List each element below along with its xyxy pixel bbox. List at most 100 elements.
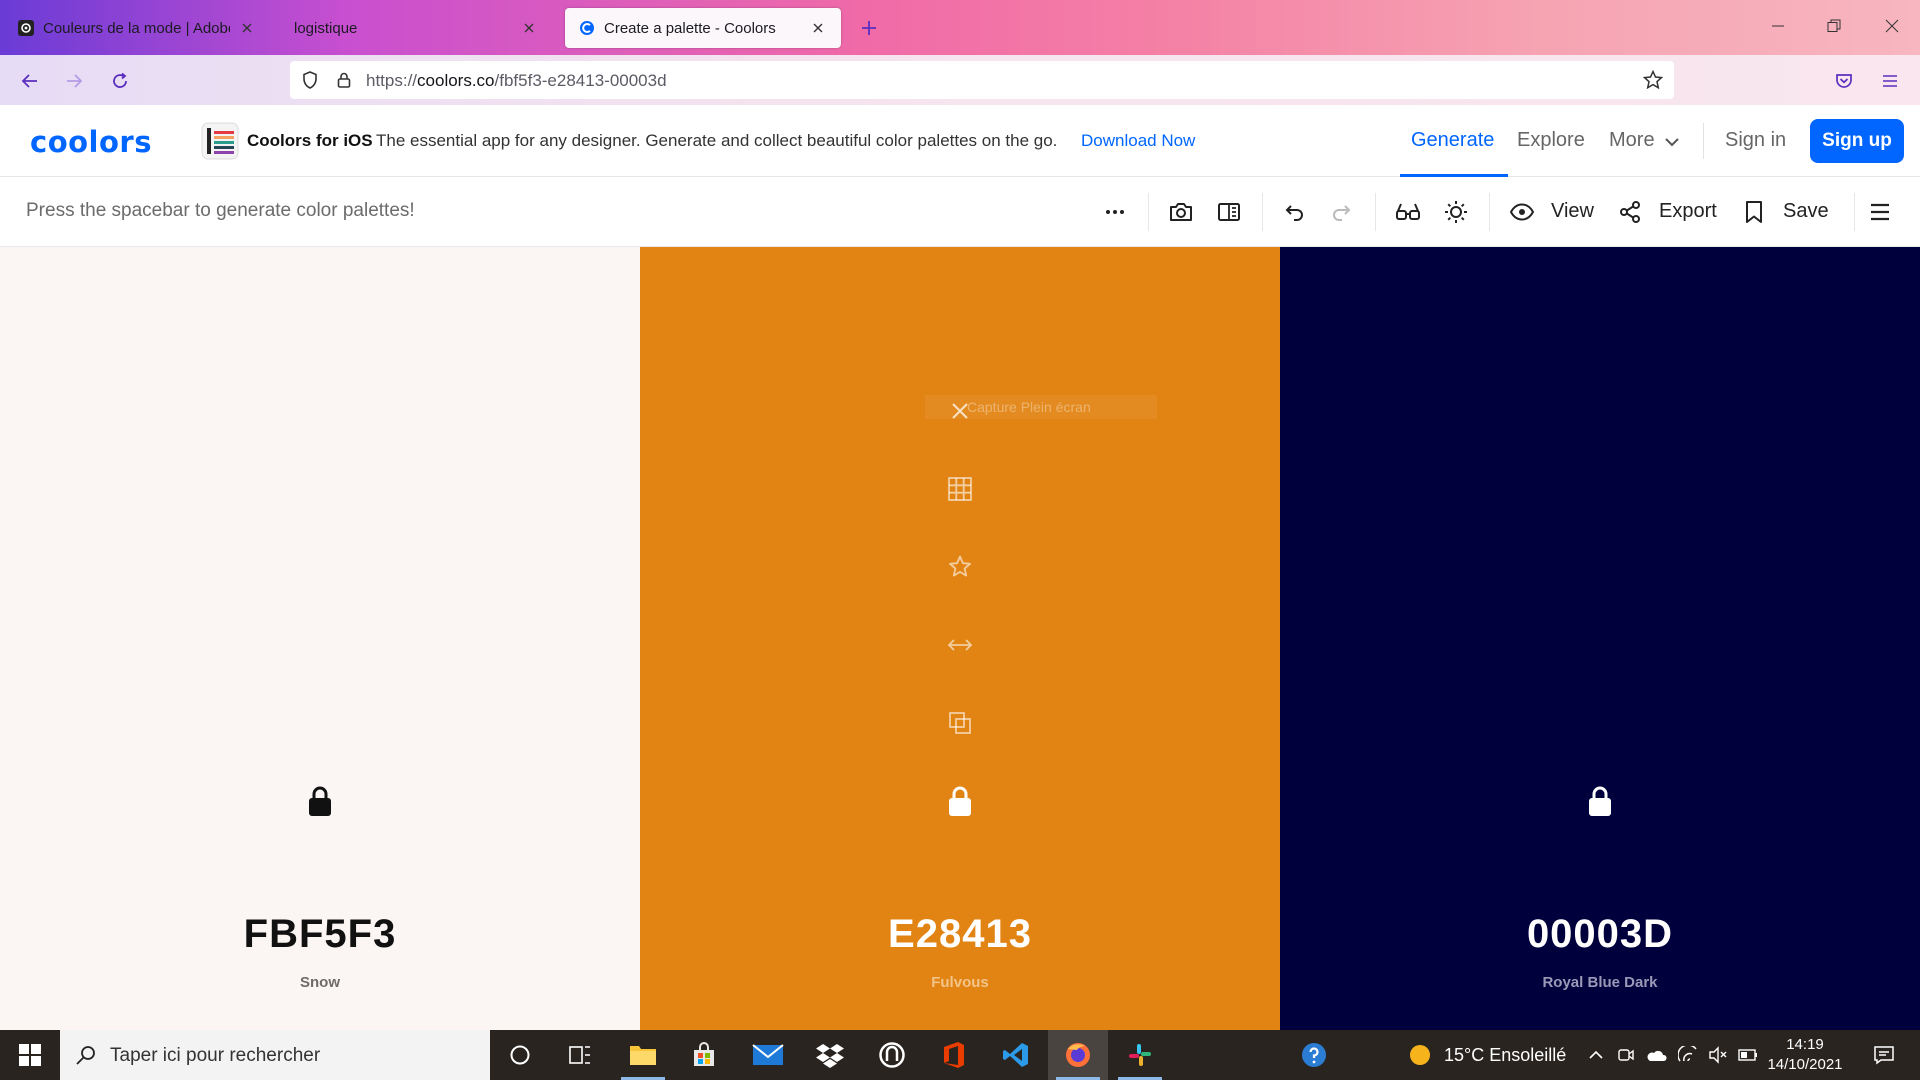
spacebar-hint: Press the spacebar to generate color pal… xyxy=(26,200,415,221)
vscode-app[interactable] xyxy=(986,1030,1046,1080)
nav-more[interactable]: More xyxy=(1609,129,1655,152)
minimize-button[interactable] xyxy=(1760,10,1796,42)
back-button[interactable] xyxy=(14,65,46,97)
office-app[interactable] xyxy=(924,1030,984,1080)
palette-toolbar: Press the spacebar to generate color pal… xyxy=(0,177,1920,247)
view-shades-button[interactable] xyxy=(942,471,978,507)
sun-icon xyxy=(1445,201,1467,223)
app-menu-button[interactable] xyxy=(1874,65,1906,97)
tab-adobe-color[interactable]: Couleurs de la mode | Adobe C xyxy=(4,8,270,48)
taskbar-search[interactable]: Taper ici pour rechercher xyxy=(60,1030,490,1080)
mail-icon xyxy=(752,1044,784,1065)
reload-button[interactable] xyxy=(104,65,136,97)
mail-app[interactable] xyxy=(738,1030,798,1080)
export-icon-button[interactable] xyxy=(1614,196,1646,228)
coolors-icon xyxy=(579,20,595,36)
shield-icon[interactable] xyxy=(300,70,320,90)
sign-up-button[interactable]: Sign up xyxy=(1810,119,1904,163)
coolors-logo[interactable]: coolors xyxy=(30,125,152,159)
file-explorer-app[interactable] xyxy=(613,1030,673,1080)
help-tray-button[interactable] xyxy=(1296,1030,1332,1080)
battery-icon[interactable] xyxy=(1734,1030,1762,1080)
view-label[interactable]: View xyxy=(1551,200,1594,223)
url-prefix: https:// xyxy=(366,71,418,90)
copy-hex-button[interactable] xyxy=(942,705,978,741)
hamburger-icon xyxy=(1883,75,1897,87)
undo-icon xyxy=(1285,205,1303,221)
lock-icon[interactable] xyxy=(1585,784,1615,818)
save-label[interactable]: Save xyxy=(1783,200,1829,223)
toolbar-divider xyxy=(1262,193,1263,231)
sign-in-link[interactable]: Sign in xyxy=(1725,129,1786,152)
color-blindness-button[interactable] xyxy=(1392,196,1424,228)
slack-app[interactable] xyxy=(1110,1030,1170,1080)
tab-coolors[interactable]: Create a palette - Coolors xyxy=(565,8,841,48)
jamf-app[interactable] xyxy=(862,1030,922,1080)
pocket-button[interactable] xyxy=(1828,65,1860,97)
more-options-button[interactable] xyxy=(1099,196,1131,228)
nav-explore[interactable]: Explore xyxy=(1517,129,1585,152)
weather-text[interactable]: 15°C Ensoleillé xyxy=(1444,1045,1566,1066)
restore-button[interactable] xyxy=(1816,10,1852,42)
redo-button[interactable] xyxy=(1326,196,1358,228)
color-column-royal-blue-dark[interactable]: 00003D Royal Blue Dark xyxy=(1280,247,1920,1030)
url-path: /fbf5f3-e28413-00003d xyxy=(494,71,667,90)
vscode-icon xyxy=(1003,1043,1028,1067)
color-name: Royal Blue Dark xyxy=(1542,974,1658,991)
close-tab-icon[interactable] xyxy=(238,19,256,37)
drag-color-button[interactable] xyxy=(942,627,978,663)
hex-code[interactable]: FBF5F3 xyxy=(0,912,640,957)
lock-icon[interactable] xyxy=(305,784,335,818)
slack-icon xyxy=(1129,1044,1151,1066)
chevron-up-icon[interactable] xyxy=(1584,1030,1608,1080)
view-icon-button[interactable] xyxy=(1506,196,1538,228)
weather-sun-icon[interactable] xyxy=(1404,1030,1436,1080)
color-column-snow[interactable]: FBF5F3 Snow xyxy=(0,247,640,1030)
color-column-fulvous[interactable]: Capture Plein écran E28413 Fulvous xyxy=(640,247,1280,1030)
close-window-button[interactable] xyxy=(1874,10,1910,42)
wifi-icon[interactable] xyxy=(1674,1030,1702,1080)
url-text[interactable]: https://coolors.co/fbf5f3-e28413-00003d xyxy=(366,71,667,91)
store-app[interactable] xyxy=(674,1030,734,1080)
bookmark-star-icon[interactable] xyxy=(1642,69,1664,91)
start-button[interactable] xyxy=(0,1030,60,1080)
export-label[interactable]: Export xyxy=(1659,200,1717,223)
cortana-button[interactable] xyxy=(490,1030,550,1080)
site-header: coolors Coolors for iOS The essential ap… xyxy=(0,105,1920,177)
save-icon-button[interactable] xyxy=(1738,196,1770,228)
close-tab-icon[interactable] xyxy=(520,19,538,37)
notifications-button[interactable] xyxy=(1864,1030,1904,1080)
remove-color-button[interactable] xyxy=(942,393,978,429)
system-clock[interactable]: 14:19 14/10/2021 xyxy=(1760,1035,1850,1075)
favorite-color-button[interactable] xyxy=(942,549,978,585)
meet-now-icon[interactable] xyxy=(1614,1030,1638,1080)
undo-button[interactable] xyxy=(1278,196,1310,228)
hex-code[interactable]: 00003D xyxy=(1280,912,1920,957)
sidebar-view-button[interactable] xyxy=(1213,196,1245,228)
download-now-link[interactable]: Download Now xyxy=(1081,131,1195,151)
new-tab-button[interactable] xyxy=(855,14,883,42)
nav-generate[interactable]: Generate xyxy=(1411,129,1494,152)
camera-button[interactable] xyxy=(1165,196,1197,228)
volume-muted-icon[interactable] xyxy=(1704,1030,1732,1080)
task-view-icon xyxy=(569,1046,590,1064)
task-view-button[interactable] xyxy=(550,1030,610,1080)
close-tab-icon[interactable] xyxy=(809,19,827,37)
address-bar[interactable]: https://coolors.co/fbf5f3-e28413-00003d xyxy=(290,61,1674,99)
chevron-down-icon[interactable] xyxy=(1664,137,1680,147)
onedrive-icon[interactable] xyxy=(1642,1030,1670,1080)
adjust-palette-button[interactable] xyxy=(1440,196,1472,228)
hex-code[interactable]: E28413 xyxy=(640,912,1280,957)
lock-icon[interactable] xyxy=(945,784,975,818)
hamburger-icon xyxy=(1871,203,1889,221)
color-palette: FBF5F3 Snow Capture Plein écran E28413 F… xyxy=(0,247,1920,1030)
dropbox-app[interactable] xyxy=(800,1030,860,1080)
firefox-app[interactable] xyxy=(1048,1030,1108,1080)
menu-button[interactable] xyxy=(1864,196,1896,228)
lock-icon[interactable] xyxy=(334,70,354,90)
dropbox-icon xyxy=(816,1044,844,1068)
tab-logistique[interactable]: logistique xyxy=(280,8,552,48)
office-icon xyxy=(944,1042,964,1068)
forward-button[interactable] xyxy=(58,65,90,97)
help-icon xyxy=(1302,1043,1326,1067)
